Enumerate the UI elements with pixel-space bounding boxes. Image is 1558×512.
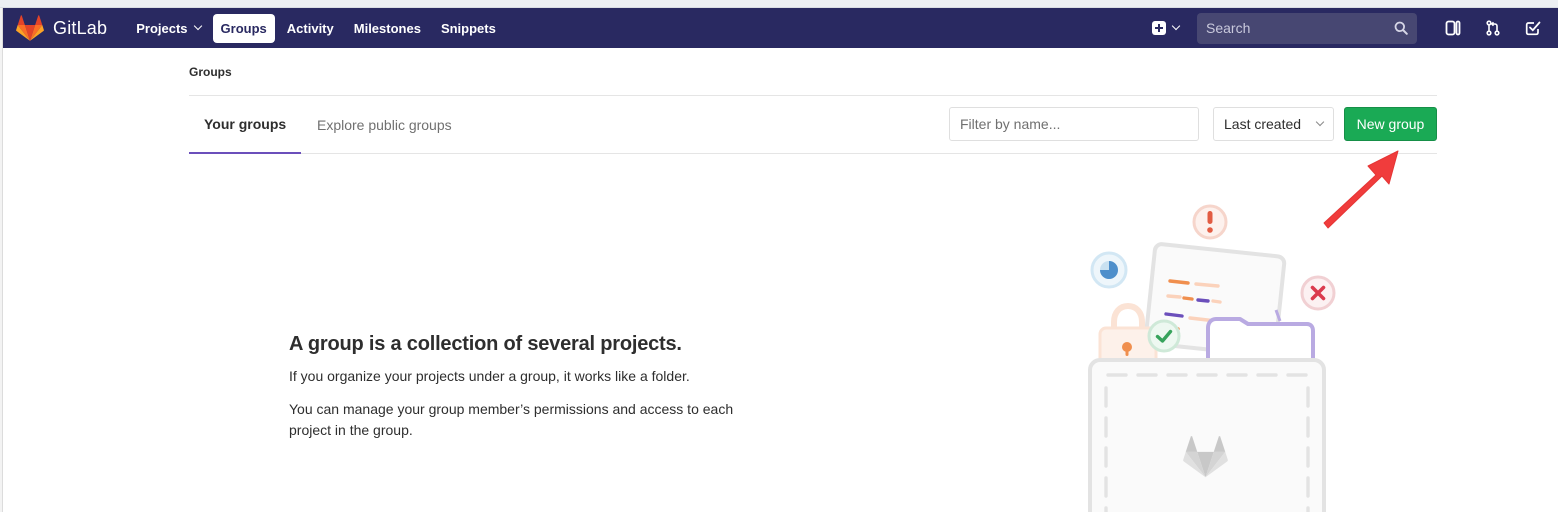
todos-button[interactable] bbox=[1513, 8, 1553, 48]
nav-snippets-label: Snippets bbox=[440, 20, 496, 36]
brand-name: GitLab bbox=[53, 17, 108, 38]
nav-milestones-label: Milestones bbox=[353, 20, 421, 36]
chevron-down-icon bbox=[193, 21, 202, 31]
nav-projects-label: Projects bbox=[136, 20, 188, 36]
sidebar-toggle-button[interactable] bbox=[1433, 8, 1473, 48]
search-icon[interactable] bbox=[1394, 21, 1408, 35]
merge-requests-button[interactable] bbox=[1473, 8, 1513, 48]
nav-activity-label: Activity bbox=[286, 20, 334, 36]
main-nav: Projects Groups Activity Milestones Snip… bbox=[128, 8, 508, 48]
empty-state-line-1: If you organize your projects under a gr… bbox=[289, 368, 690, 384]
chevron-down-icon bbox=[1315, 117, 1325, 127]
sort-selected-label: Last created bbox=[1224, 116, 1302, 132]
tab-explore-public-groups[interactable]: Explore public groups bbox=[302, 96, 467, 154]
error-badge-icon bbox=[1300, 275, 1336, 311]
filter-by-name-input[interactable] bbox=[949, 107, 1199, 141]
nav-projects[interactable]: Projects bbox=[128, 14, 208, 43]
red-arrow-annotation bbox=[1323, 150, 1399, 229]
check-badge-icon bbox=[1147, 319, 1181, 353]
new-group-button[interactable]: New group bbox=[1344, 107, 1437, 141]
empty-state-line-2: You can manage your group member’s permi… bbox=[289, 401, 734, 438]
gitlab-logo-icon bbox=[16, 15, 44, 41]
page: GitLab Projects Groups Activity Mileston… bbox=[0, 0, 1558, 512]
gitlab-box-icon bbox=[1088, 358, 1326, 512]
groups-tabs-bar: Your groups Explore public groups Last c… bbox=[189, 96, 1437, 154]
warning-badge-icon bbox=[1192, 204, 1228, 240]
groups-empty-illustration bbox=[1088, 204, 1336, 512]
pie-badge-icon bbox=[1090, 251, 1128, 289]
browser-tab-strip bbox=[0, 0, 1558, 8]
nav-milestones[interactable]: Milestones bbox=[346, 14, 429, 43]
empty-state-text: A group is a collection of several proje… bbox=[289, 333, 769, 453]
breadcrumb: Groups bbox=[189, 48, 1437, 96]
search-input[interactable] bbox=[1206, 20, 1394, 36]
plus-square-icon bbox=[1152, 21, 1166, 35]
tab-your-groups[interactable]: Your groups bbox=[189, 96, 302, 154]
merge-request-icon bbox=[1486, 20, 1500, 36]
top-navbar: GitLab Projects Groups Activity Mileston… bbox=[3, 8, 1558, 48]
content-area: Groups Your groups Explore public groups… bbox=[189, 48, 1437, 154]
breadcrumb-current[interactable]: Groups bbox=[189, 65, 232, 79]
sidebar-toggle-icon bbox=[1445, 20, 1461, 36]
nav-right bbox=[1152, 8, 1558, 48]
nav-snippets[interactable]: Snippets bbox=[433, 14, 504, 43]
nav-activity[interactable]: Activity bbox=[279, 14, 342, 43]
empty-state-title: A group is a collection of several proje… bbox=[289, 333, 682, 355]
search-box bbox=[1197, 12, 1417, 44]
sort-dropdown[interactable]: Last created bbox=[1213, 107, 1334, 141]
nav-groups[interactable]: Groups bbox=[212, 13, 275, 43]
new-item-dropdown[interactable] bbox=[1152, 21, 1181, 35]
gitlab-home-link[interactable]: GitLab bbox=[16, 8, 107, 48]
browser-left-edge bbox=[0, 8, 3, 512]
chevron-down-icon bbox=[1171, 21, 1181, 31]
nav-groups-label: Groups bbox=[220, 20, 267, 36]
todo-check-icon bbox=[1525, 21, 1541, 36]
